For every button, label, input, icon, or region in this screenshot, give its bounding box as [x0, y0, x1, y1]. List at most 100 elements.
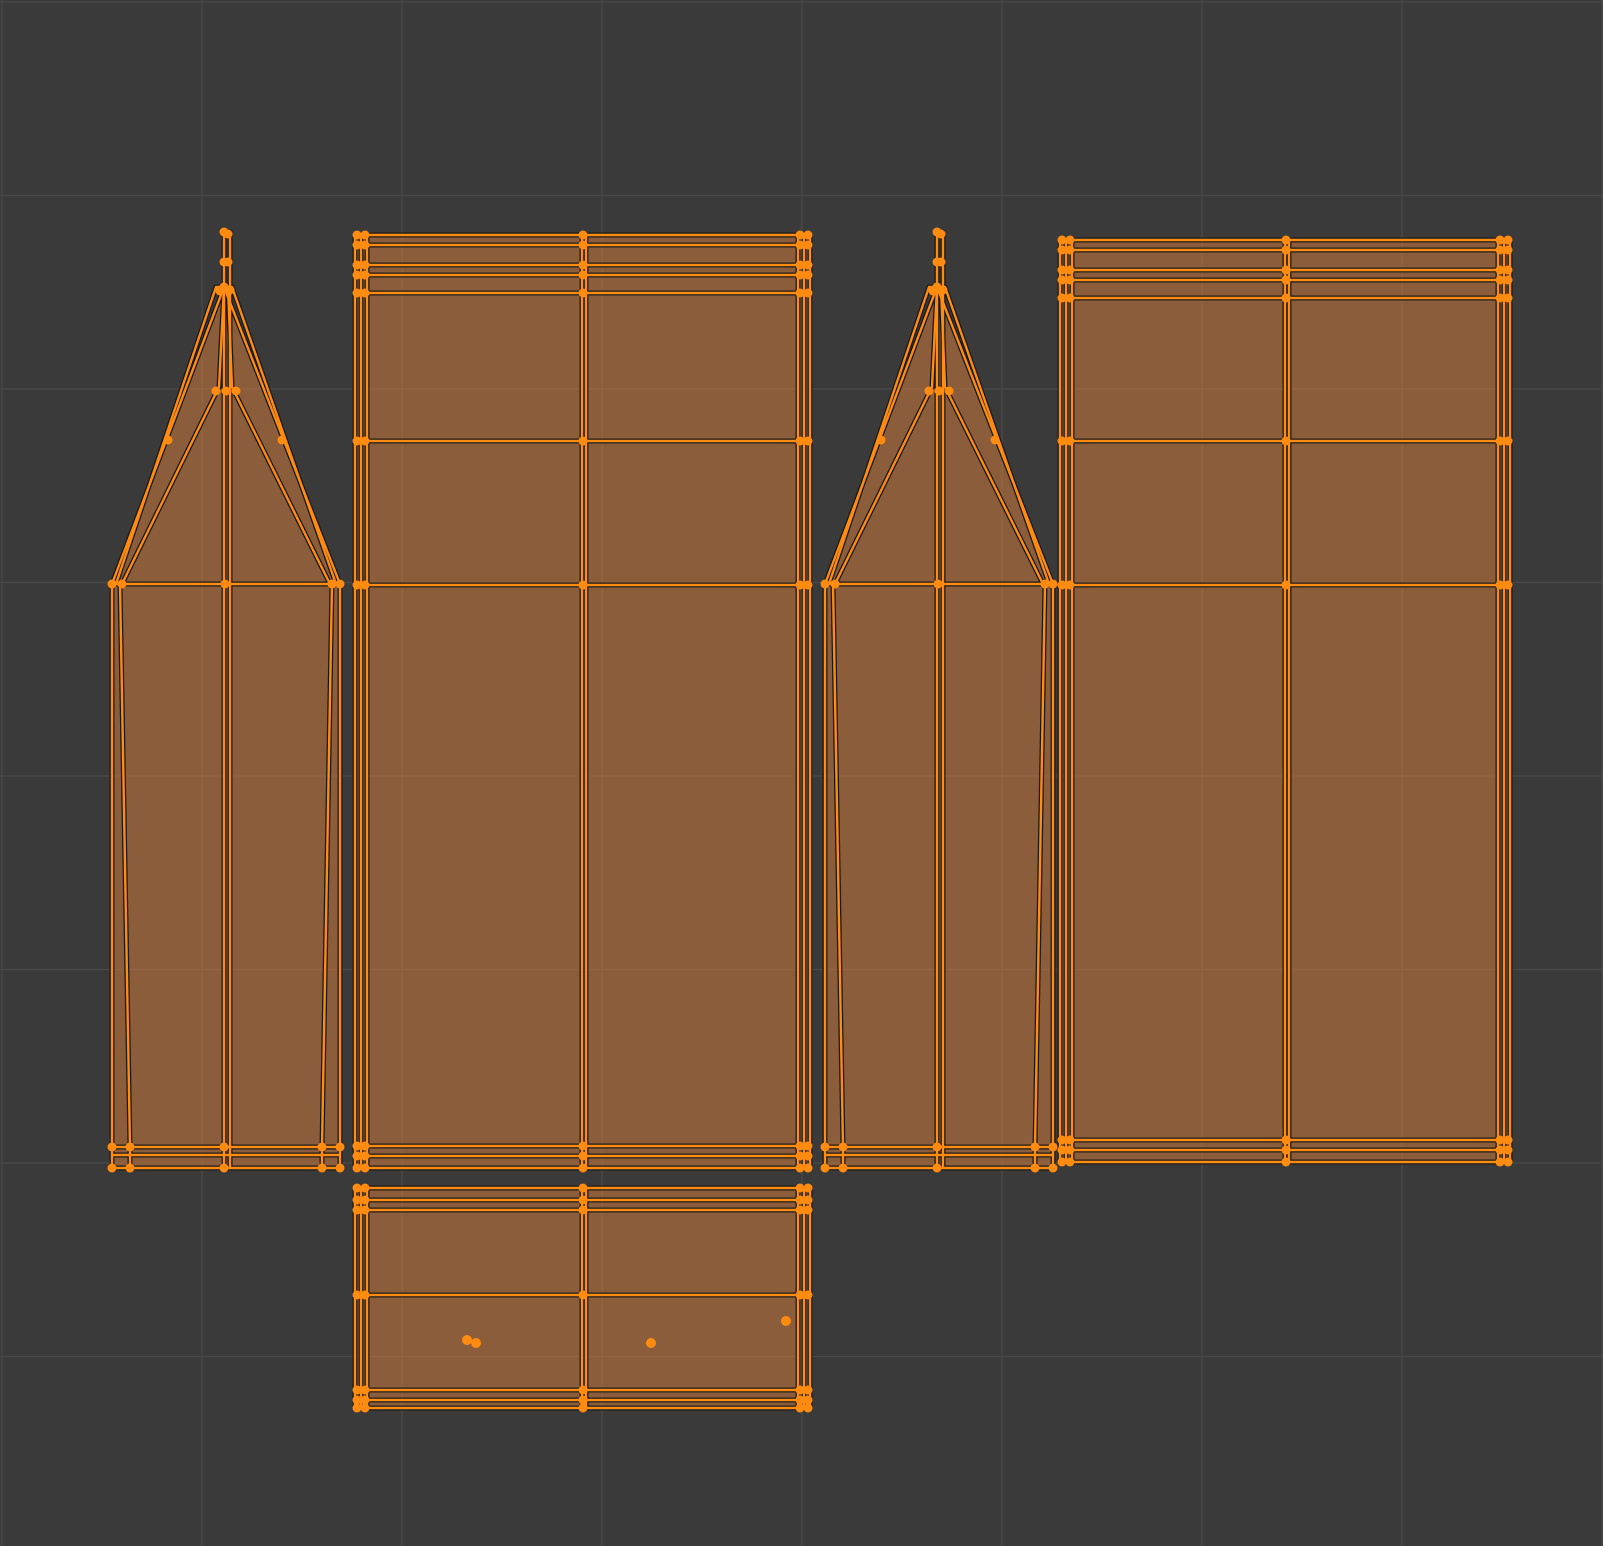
uv-island-2[interactable] — [352, 230, 813, 1173]
uv-vertex[interactable] — [1495, 436, 1505, 446]
uv-vertex[interactable] — [838, 1163, 848, 1173]
uv-vertex[interactable] — [803, 1403, 813, 1413]
uv-vertex[interactable] — [360, 1183, 370, 1193]
uv-vertex[interactable] — [803, 1290, 813, 1300]
uv-vertex[interactable] — [223, 257, 233, 267]
uv-vertex[interactable] — [1057, 235, 1067, 245]
uv-vertex[interactable] — [924, 386, 934, 396]
uv-vertex[interactable] — [317, 1163, 327, 1173]
uv-vertex[interactable] — [934, 386, 944, 396]
uv-vertex[interactable] — [1057, 1135, 1067, 1145]
uv-vertex[interactable] — [277, 435, 287, 445]
uv-vertex[interactable] — [803, 1141, 813, 1151]
uv-vertex[interactable] — [360, 270, 370, 280]
uv-vertex[interactable] — [107, 1142, 117, 1152]
uv-vertex[interactable] — [932, 1142, 942, 1152]
uv-vertex[interactable] — [781, 1316, 791, 1326]
uv-vertex[interactable] — [795, 1183, 805, 1193]
uv-vertex[interactable] — [1057, 436, 1067, 446]
uv-vertex[interactable] — [1065, 1135, 1075, 1145]
uv-vertex[interactable] — [990, 435, 1000, 445]
uv-vertex[interactable] — [471, 1338, 481, 1348]
uv-vertex[interactable] — [795, 1290, 805, 1300]
uv-vertex[interactable] — [107, 579, 117, 589]
uv-vertex[interactable] — [1503, 245, 1513, 255]
uv-vertex[interactable] — [803, 230, 813, 240]
uv-vertex[interactable] — [225, 285, 235, 295]
uv-vertex[interactable] — [352, 1141, 362, 1151]
uv-vertex[interactable] — [1057, 580, 1067, 590]
uv-vertex[interactable] — [360, 580, 370, 590]
uv-vertex[interactable] — [1057, 1157, 1067, 1167]
uv-vertex[interactable] — [1065, 275, 1075, 285]
uv-vertex[interactable] — [1048, 1163, 1058, 1173]
uv-vertex[interactable] — [360, 1290, 370, 1300]
uv-vertex[interactable] — [1057, 293, 1067, 303]
uv-vertex[interactable] — [352, 580, 362, 590]
uv-vertex[interactable] — [360, 1205, 370, 1215]
uv-vertex[interactable] — [352, 1205, 362, 1215]
uv-vertex[interactable] — [223, 229, 233, 239]
uv-vertex[interactable] — [1281, 275, 1291, 285]
uv-vertex[interactable] — [578, 1195, 588, 1205]
uv-vertex[interactable] — [352, 240, 362, 250]
uv-vertex[interactable] — [1495, 275, 1505, 285]
uv-vertex[interactable] — [221, 386, 231, 396]
uv-vertex[interactable] — [1065, 245, 1075, 255]
uv-vertex[interactable] — [1048, 1142, 1058, 1152]
uv-vertex[interactable] — [219, 1163, 229, 1173]
uv-vertex[interactable] — [1065, 1157, 1075, 1167]
uv-vertex[interactable] — [820, 1142, 830, 1152]
uv-vertex[interactable] — [1503, 436, 1513, 446]
uv-vertex[interactable] — [352, 288, 362, 298]
uv-vertex[interactable] — [803, 288, 813, 298]
uv-vertex[interactable] — [360, 1141, 370, 1151]
uv-vertex[interactable] — [803, 240, 813, 250]
uv-vertex[interactable] — [1503, 293, 1513, 303]
uv-vertex[interactable] — [360, 436, 370, 446]
uv-vertex[interactable] — [578, 1395, 588, 1405]
uv-vertex[interactable] — [360, 260, 370, 270]
uv-vertex[interactable] — [1495, 293, 1505, 303]
uv-vertex[interactable] — [578, 1163, 588, 1173]
uv-vertex[interactable] — [231, 386, 241, 396]
uv-vertex[interactable] — [578, 1385, 588, 1395]
uv-vertex[interactable] — [1503, 1157, 1513, 1167]
uv-vertex[interactable] — [352, 1163, 362, 1173]
uv-vertex[interactable] — [352, 260, 362, 270]
uv-vertex[interactable] — [1040, 579, 1050, 589]
uv-vertex[interactable] — [1495, 1157, 1505, 1167]
uv-vertex[interactable] — [803, 436, 813, 446]
uv-vertex[interactable] — [1281, 436, 1291, 446]
uv-vertex[interactable] — [360, 240, 370, 250]
uv-vertex[interactable] — [352, 1403, 362, 1413]
uv-vertex[interactable] — [327, 579, 337, 589]
uv-vertex[interactable] — [578, 270, 588, 280]
uv-vertex[interactable] — [932, 1163, 942, 1173]
uv-vertex[interactable] — [795, 580, 805, 590]
uv-vertex[interactable] — [795, 260, 805, 270]
uv-vertex[interactable] — [1030, 1142, 1040, 1152]
uv-vertex[interactable] — [928, 286, 938, 296]
uv-vertex[interactable] — [360, 1195, 370, 1205]
uv-vertex[interactable] — [803, 270, 813, 280]
uv-vertex[interactable] — [1065, 580, 1075, 590]
uv-vertex[interactable] — [117, 579, 127, 589]
uv-vertex[interactable] — [1495, 1135, 1505, 1145]
uv-vertex[interactable] — [360, 230, 370, 240]
uv-vertex[interactable] — [830, 579, 840, 589]
uv-vertex[interactable] — [578, 1151, 588, 1161]
uv-vertex[interactable] — [462, 1335, 472, 1345]
uv-vertex[interactable] — [1503, 580, 1513, 590]
uv-vertex[interactable] — [1057, 275, 1067, 285]
uv-vertex[interactable] — [1281, 580, 1291, 590]
uv-vertex[interactable] — [107, 1163, 117, 1173]
uv-vertex[interactable] — [1281, 293, 1291, 303]
uv-editor-viewport[interactable] — [0, 0, 1603, 1546]
uv-vertex[interactable] — [352, 1183, 362, 1193]
uv-vertex[interactable] — [876, 435, 886, 445]
uv-vertex[interactable] — [578, 230, 588, 240]
uv-island-4[interactable] — [1057, 235, 1513, 1167]
uv-vertex[interactable] — [1065, 436, 1075, 446]
uv-vertex[interactable] — [1048, 579, 1058, 589]
